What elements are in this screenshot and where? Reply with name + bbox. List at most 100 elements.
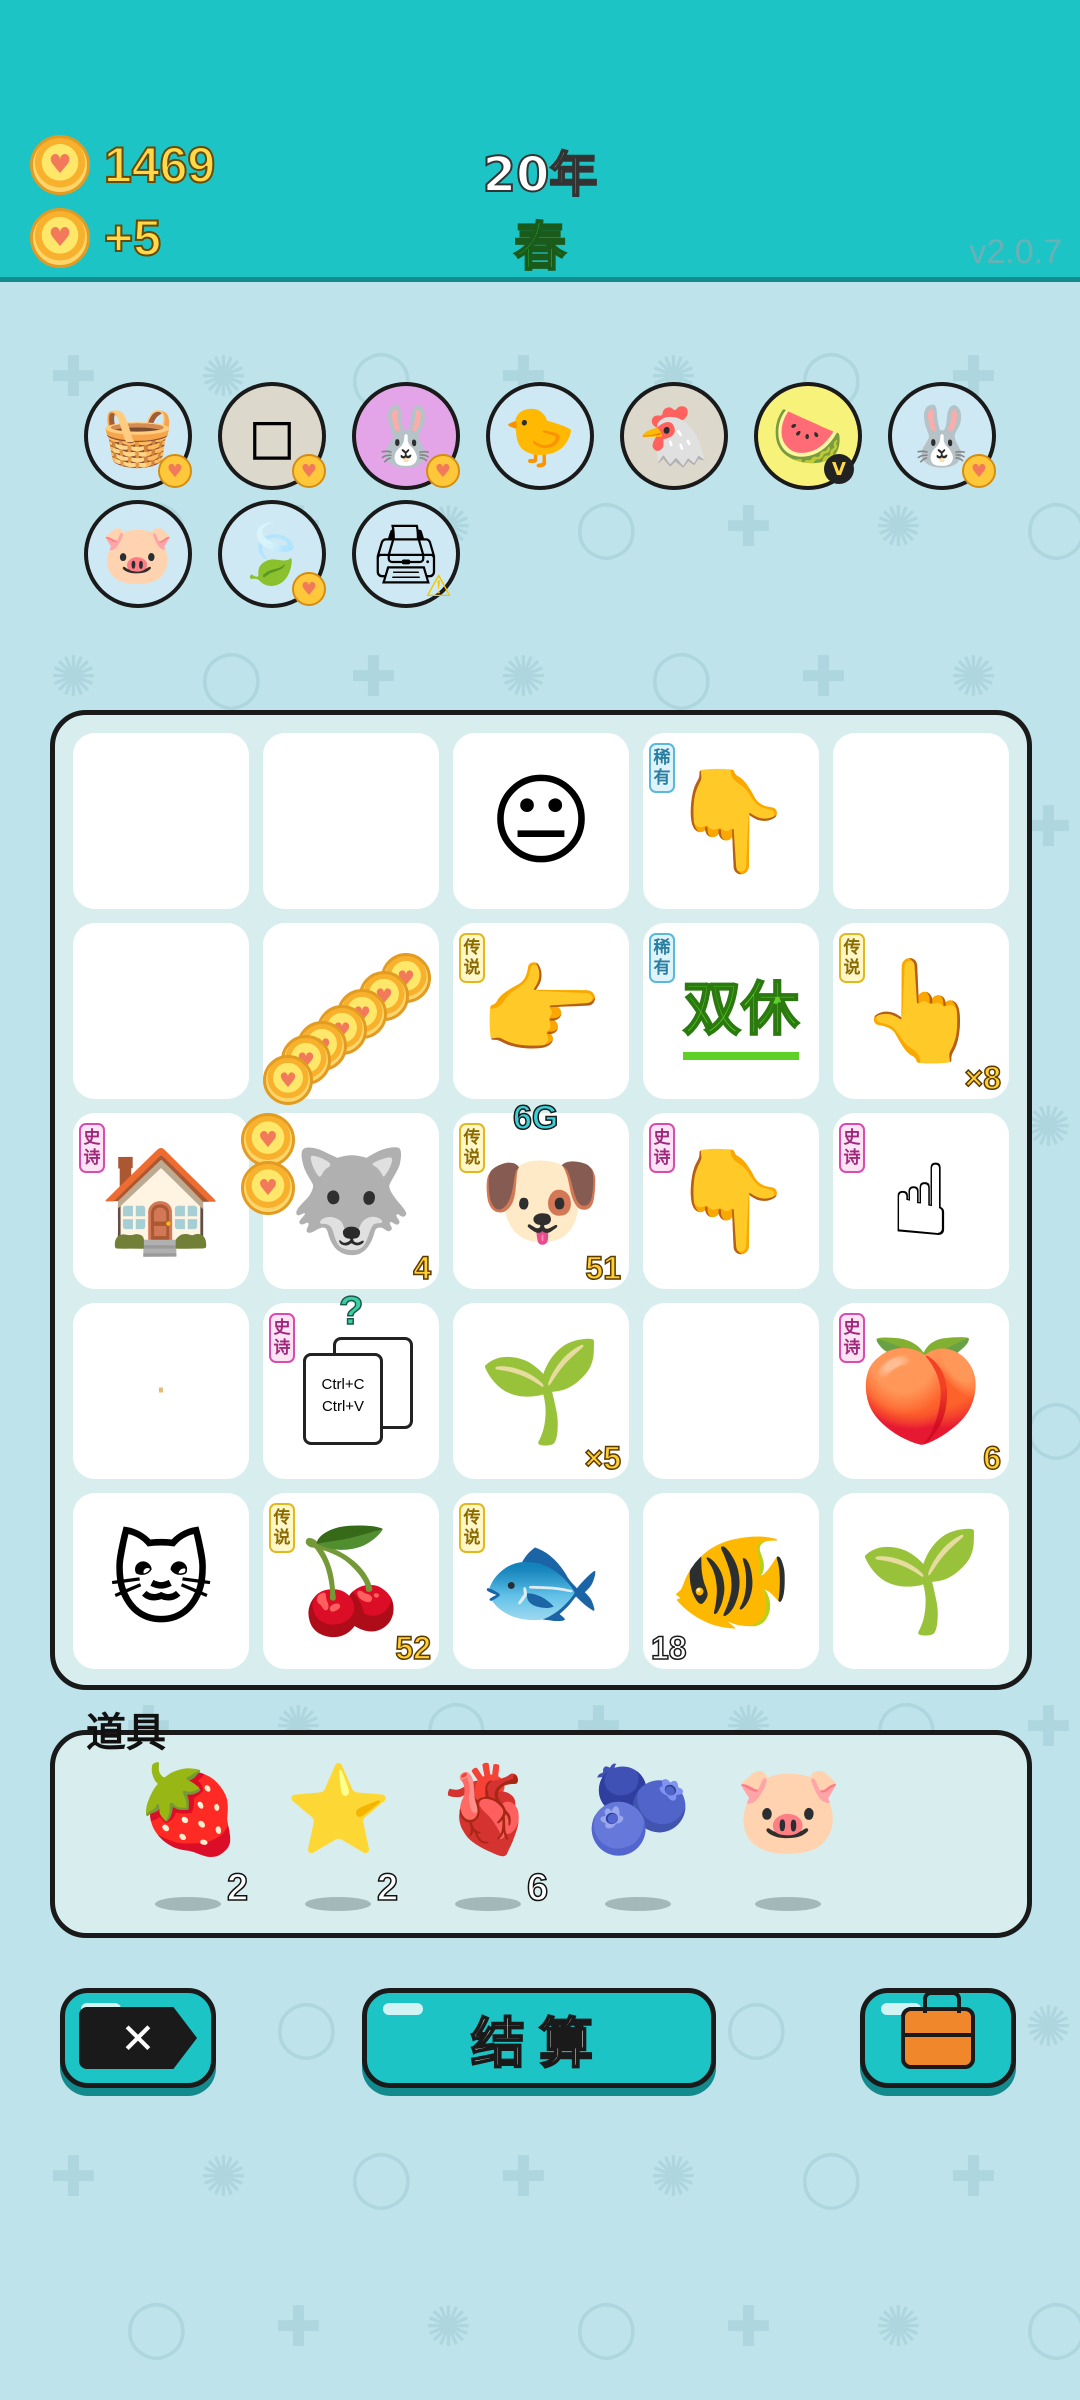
item-quantity: 2 [226, 1866, 249, 1910]
briefcase-icon [901, 1991, 975, 2069]
blueberry-icon: 🫐 [585, 1760, 693, 1860]
crowned-husky-icon[interactable]: 🐶 传说 51 6G [453, 1098, 629, 1289]
longan-icon[interactable]: 🍒 传说 52 [263, 1493, 439, 1669]
brown-pointing-hand-icon[interactable]: 👇 稀有 [643, 733, 819, 909]
version-label: v2.0.7 [969, 233, 1062, 271]
bunny-icon[interactable]: 🐰 ♥ [352, 382, 460, 490]
small-seed-icon[interactable]: · [73, 1303, 249, 1479]
item-shadow [605, 1897, 671, 1911]
yellow-cat-icon[interactable]: 🐱 [73, 1493, 249, 1669]
settle-button-label: 结算 [470, 2011, 607, 2076]
cell-count: 6 [982, 1439, 1001, 1477]
rarity-tag: 传说 [269, 1503, 295, 1553]
rarity-tag: 史诗 [649, 1123, 675, 1173]
rarity-tag: 史诗 [839, 1313, 865, 1363]
empty-slot[interactable] [643, 1303, 819, 1479]
gray-pointing-hand-icon[interactable]: 👇 史诗 [643, 1113, 819, 1289]
gray-index-hand-glyph: ☝ [890, 1142, 952, 1259]
rarity-tag: 传说 [459, 1123, 485, 1173]
cell-count: 18 [650, 1629, 687, 1667]
heart-coin-icon: ♥ [241, 1161, 295, 1215]
ctrl-c-ctrl-v-icon[interactable]: Ctrl+C Ctrl+V 史诗? [263, 1288, 439, 1479]
item-shadow [455, 1897, 521, 1911]
gray-pointing-hand-glyph: 👇 [668, 1142, 794, 1259]
clipboard-front-card: Ctrl+C Ctrl+V [303, 1353, 383, 1445]
question-mark: ? [338, 1288, 364, 1334]
season-label: 春 [513, 217, 567, 279]
items-panel: 🍓 2 ⭐ 2 🫀 6 🫐 🐷 [50, 1730, 1032, 1938]
level-mark: 6G [512, 1098, 559, 1138]
man-face-glyph: 😐 [488, 762, 594, 879]
bunny-icon[interactable]: 🐰 ♥ [888, 382, 996, 490]
item-shadow [155, 1897, 221, 1911]
item-quantity: 6 [526, 1866, 549, 1910]
yellow-pointing-hand-glyph: 👉 [478, 952, 604, 1069]
fruit-basket-icon[interactable]: 🧺 ♥ [84, 382, 192, 490]
rarity-tag: 史诗 [79, 1123, 105, 1173]
cell-count: ×5 [584, 1439, 622, 1477]
rarity-tag: 稀有 [649, 933, 675, 983]
item-quantity: 2 [376, 1866, 399, 1910]
rarity-tag: 传说 [459, 1503, 485, 1553]
year-label: 20年 [482, 146, 599, 204]
printer-icon[interactable]: 🖨 ⚠ [352, 500, 460, 608]
fruit-platter-icon[interactable]: 🍉 V [754, 382, 862, 490]
heart-coin-icon: ♥ [241, 1113, 295, 1167]
sprout-icon[interactable]: 🌱 ×5 [453, 1303, 629, 1479]
yellow-cat-glyph: 🐱 [108, 1522, 214, 1639]
item-shadow [305, 1897, 371, 1911]
exit-button[interactable]: ✕ [60, 1988, 216, 2088]
heart-badge-icon: ♥ [292, 454, 326, 488]
rarity-tag: 传说 [459, 933, 485, 983]
cell-count: 51 [585, 1249, 622, 1287]
coin-stream-icon[interactable]: ♥♥♥♥♥♥♥ [263, 923, 439, 1105]
small-seed-glyph: · [154, 1368, 168, 1414]
vip-badge-icon: V [824, 454, 854, 484]
double-rest-icon[interactable]: 双休 稀有 [643, 923, 819, 1099]
piggy-bank-icon[interactable]: 🐷 [84, 500, 192, 608]
husky-glyph: 🐺 [288, 1142, 414, 1259]
yellow-pointing-hand-icon[interactable]: 👉 传说 [453, 923, 629, 1099]
cell-count: 4 [412, 1249, 431, 1287]
koi-fish-icon[interactable]: 🐟 传说 [453, 1493, 629, 1669]
rarity-tag: 史诗 [269, 1313, 295, 1363]
piggy-bank-item[interactable]: 🐷 [715, 1749, 855, 1919]
gray-index-hand-icon[interactable]: ☝ 史诗 [833, 1113, 1009, 1289]
chick-with-egg-icon[interactable]: 🐤 [486, 382, 594, 490]
bunny-house-icon[interactable]: 🏠 史诗 [73, 1113, 249, 1289]
goldfish-icon[interactable]: 🐠 18 [643, 1493, 819, 1669]
man-face-icon[interactable]: 😐 [453, 733, 629, 909]
star-icon: ⭐ [285, 1760, 393, 1860]
koi-fish-glyph: 🐟 [478, 1522, 604, 1639]
goldfish-glyph: 🐠 [668, 1522, 794, 1639]
heart-badge-icon: ♥ [158, 454, 192, 488]
sprout-icon[interactable]: 🌱 [833, 1493, 1009, 1669]
leaf-icon[interactable]: 🍃 ♥ [218, 500, 326, 608]
settle-button[interactable]: 结算 [362, 1988, 716, 2088]
sprout-glyph: 🌱 [478, 1332, 604, 1449]
heart-badge-icon: ♥ [426, 454, 460, 488]
lychee-icon: 🍓 [135, 1760, 243, 1860]
yellow-tapping-hand-glyph: 👆 [858, 952, 984, 1069]
empty-slot[interactable] [73, 733, 249, 909]
peach-glyph: 🍑 [858, 1332, 984, 1449]
exit-icon: ✕ [79, 2007, 197, 2069]
heart-badge-icon: ♥ [292, 572, 326, 606]
liver-item[interactable]: 🫀 6 [415, 1749, 555, 1919]
sugar-cubes-icon[interactable]: ◻ ♥ [218, 382, 326, 490]
yellow-tapping-hand-icon[interactable]: 👆 传说 ×8 [833, 923, 1009, 1099]
empty-slot[interactable] [263, 733, 439, 909]
sprout-glyph: 🌱 [858, 1522, 984, 1639]
hen-with-egg-icon[interactable]: 🐔 [620, 382, 728, 490]
cell-count: 52 [395, 1629, 432, 1667]
peach-icon[interactable]: 🍑 史诗 6 [833, 1303, 1009, 1479]
bag-button[interactable] [860, 1988, 1016, 2088]
lychee-item[interactable]: 🍓 2 [115, 1749, 255, 1919]
blueberry-item[interactable]: 🫐 [565, 1749, 705, 1919]
cell-count: ×8 [964, 1059, 1002, 1097]
liver-icon: 🫀 [435, 1760, 543, 1860]
item-shadow [755, 1897, 821, 1911]
empty-slot[interactable] [73, 923, 249, 1099]
empty-slot[interactable] [833, 733, 1009, 909]
star-item[interactable]: ⭐ 2 [265, 1749, 405, 1919]
